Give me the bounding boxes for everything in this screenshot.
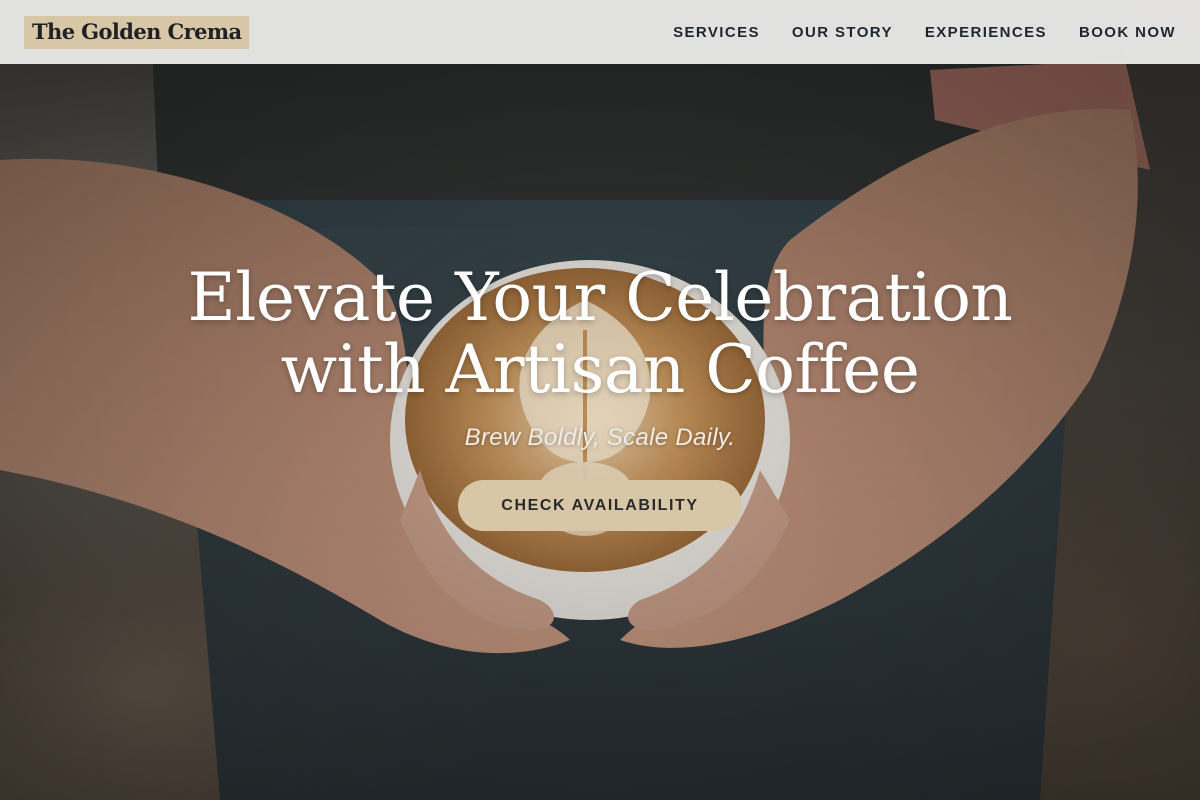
primary-nav: SERVICES OUR STORY EXPERIENCES BOOK NOW (641, 24, 1176, 41)
hero-tagline: Brew Boldly, Scale Daily. (464, 424, 736, 451)
nav-link-our-story[interactable]: OUR STORY (792, 24, 893, 41)
hero-section: Elevate Your Celebration with Artisan Co… (0, 262, 1200, 531)
hero-heading-line-2: with Artisan Coffee (280, 331, 920, 408)
nav-link-experiences[interactable]: EXPERIENCES (925, 24, 1047, 41)
hero-heading-line-1: Elevate Your Celebration (187, 259, 1013, 336)
nav-link-book-now[interactable]: BOOK NOW (1079, 24, 1176, 41)
hero-heading: Elevate Your Celebration with Artisan Co… (0, 262, 1200, 406)
check-availability-button[interactable]: CHECK AVAILABILITY (458, 480, 742, 531)
top-navbar: The Golden Crema SERVICES OUR STORY EXPE… (0, 0, 1200, 64)
nav-link-services[interactable]: SERVICES (673, 24, 760, 41)
site-logo[interactable]: The Golden Crema (24, 15, 250, 49)
